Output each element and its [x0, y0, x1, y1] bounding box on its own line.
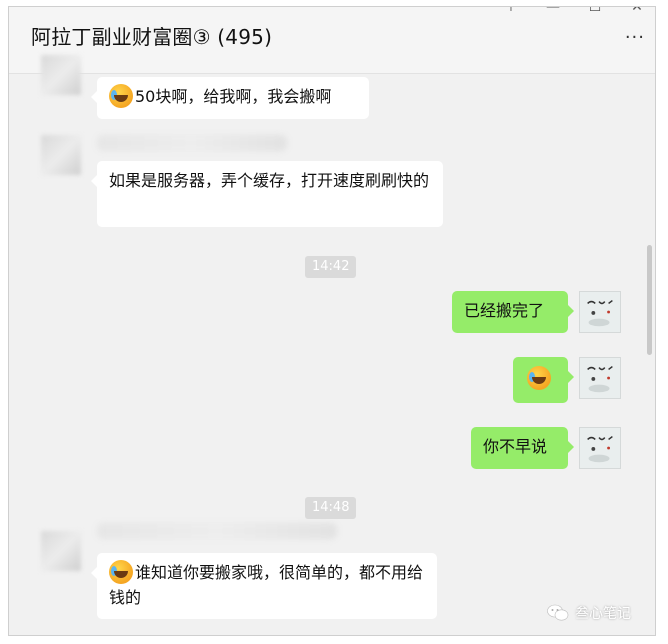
- message-text: 谁知道你要搬家哦，很简单的，都不用给钱的: [109, 563, 424, 607]
- laugh-cry-emoji-icon: [109, 559, 133, 584]
- scrollbar[interactable]: [647, 245, 652, 355]
- more-options-button[interactable]: ···: [625, 27, 645, 48]
- maximize-button[interactable]: ☐: [585, 7, 605, 15]
- title-bar: 阿拉丁副业财富圈③ (495) ⊤ — ☐ ✕ ···: [9, 7, 655, 74]
- calligraphy-avatar-icon: [580, 358, 620, 398]
- sender-avatar[interactable]: [41, 531, 81, 571]
- laugh-cry-emoji-icon: [109, 83, 133, 108]
- minimize-button[interactable]: —: [543, 7, 563, 15]
- sender-avatar[interactable]: [41, 55, 81, 95]
- sender-avatar[interactable]: [41, 135, 81, 175]
- message-text: 已经搬完了: [464, 301, 545, 320]
- message-text: 如果是服务器，弄个缓存，打开速度刷刷快的: [109, 171, 430, 190]
- calligraphy-avatar-icon: [580, 428, 620, 468]
- chat-title: 阿拉丁副业财富圈③ (495): [31, 25, 273, 49]
- message-bubble-outgoing[interactable]: 你不早说: [471, 427, 574, 469]
- chat-window: 阿拉丁副业财富圈③ (495) ⊤ — ☐ ✕ ··· 50块啊，给我啊，我会搬…: [8, 6, 656, 636]
- my-avatar[interactable]: [579, 357, 621, 399]
- sender-name: [97, 523, 337, 539]
- timestamp: 14:48: [305, 497, 357, 519]
- wechat-logo-icon: [547, 604, 569, 621]
- watermark: 叁心笔记: [547, 603, 631, 623]
- message-bubble-outgoing[interactable]: [513, 357, 574, 403]
- calligraphy-avatar-icon: [580, 292, 620, 332]
- message-bubble-incoming[interactable]: 谁知道你要搬家哦，很简单的，都不用给钱的: [91, 553, 437, 619]
- message-bubble-outgoing[interactable]: 已经搬完了: [452, 291, 574, 333]
- message-list[interactable]: 50块啊，给我啊，我会搬啊 如果是服务器，弄个缓存，打开速度刷刷快的 14:42…: [9, 55, 655, 635]
- laugh-cry-emoji-icon: [527, 365, 551, 390]
- watermark-text: 叁心笔记: [575, 606, 631, 622]
- close-button[interactable]: ✕: [627, 7, 647, 15]
- message-text: 你不早说: [483, 437, 548, 456]
- message-bubble-incoming[interactable]: 50块啊，给我啊，我会搬啊: [91, 77, 369, 119]
- message-text: 50块啊，给我啊，我会搬啊: [135, 87, 332, 106]
- my-avatar[interactable]: [579, 291, 621, 333]
- window-controls: ⊤ — ☐ ✕: [501, 7, 647, 15]
- my-avatar[interactable]: [579, 427, 621, 469]
- message-bubble-incoming[interactable]: 如果是服务器，弄个缓存，打开速度刷刷快的: [91, 161, 443, 227]
- timestamp: 14:42: [305, 256, 357, 278]
- pin-button[interactable]: ⊤: [501, 7, 521, 15]
- sender-name: [97, 135, 287, 151]
